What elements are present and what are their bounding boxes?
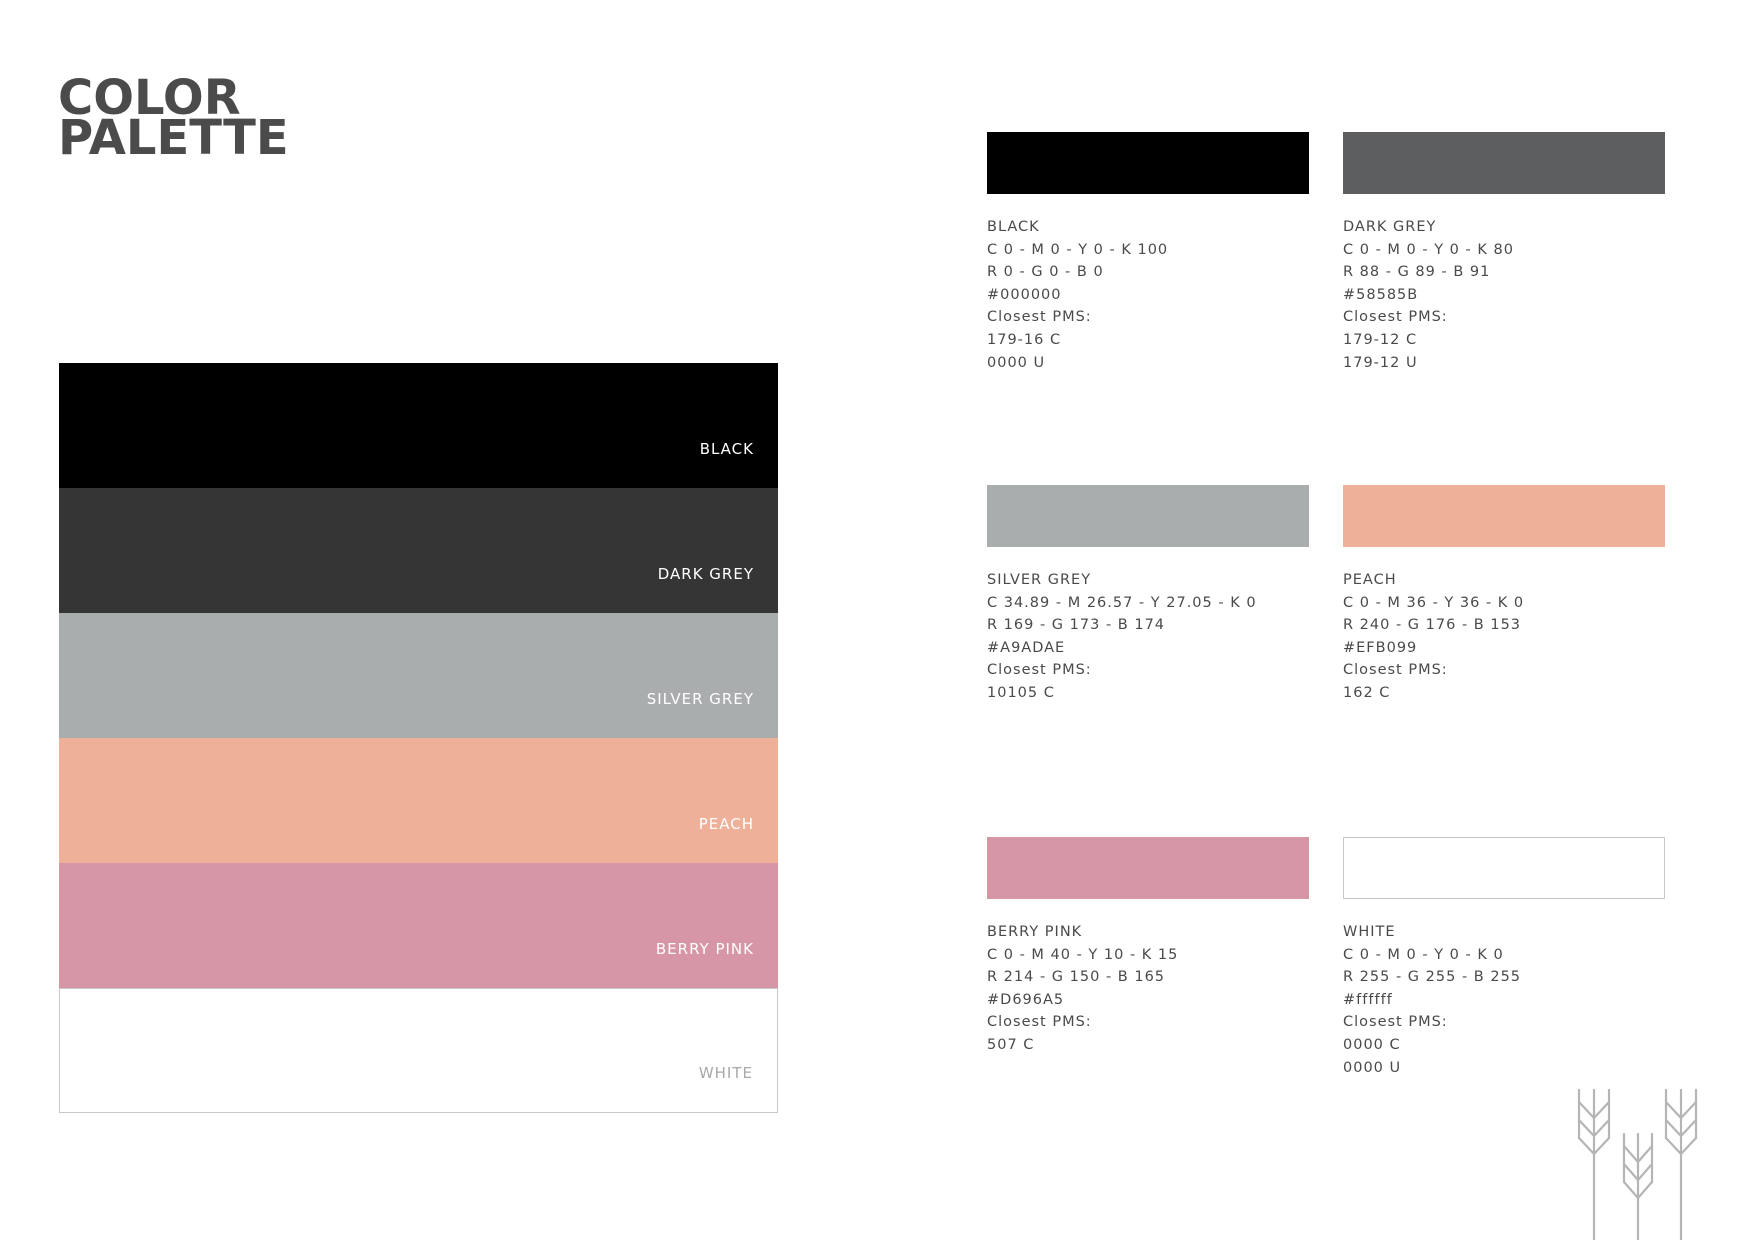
- rgb-value: R 214 - G 150 - B 165: [987, 969, 1166, 986]
- color-card-black: BLACK C 0 - M 0 - Y 0 - K 100 R 0 - G 0 …: [987, 132, 1309, 374]
- color-card-dark-grey: DARK GREY C 0 - M 0 - Y 0 - K 80 R 88 - …: [1343, 132, 1665, 374]
- cmyk-value: C 0 - M 36 - Y 36 - K 0: [1343, 594, 1525, 611]
- pms-label: Closest PMS:: [1343, 309, 1448, 326]
- rgb-value: R 240 - G 176 - B 153: [1343, 617, 1522, 634]
- rgb-value: R 0 - G 0 - B 0: [987, 264, 1104, 281]
- pms-value: 179-16 C: [987, 331, 1062, 348]
- color-name: WHITE: [1343, 924, 1396, 940]
- band-label: DARK GREY: [657, 565, 754, 583]
- color-swatch: [987, 132, 1309, 194]
- color-card-berry-pink: BERRY PINK C 0 - M 40 - Y 10 - K 15 R 21…: [987, 837, 1309, 1057]
- pms-label: Closest PMS:: [987, 662, 1092, 679]
- cmyk-value: C 0 - M 40 - Y 10 - K 15: [987, 946, 1179, 963]
- hex-value: #000000: [987, 286, 1062, 303]
- color-card-peach: PEACH C 0 - M 36 - Y 36 - K 0 R 240 - G …: [1343, 485, 1665, 705]
- pms-label: Closest PMS:: [987, 1014, 1092, 1031]
- band-label: WHITE: [698, 1064, 753, 1082]
- band-black: BLACK: [59, 363, 778, 488]
- band-silver-grey: SILVER GREY: [59, 613, 778, 738]
- color-swatch: [1343, 485, 1665, 547]
- rgb-value: R 88 - G 89 - B 91: [1343, 264, 1491, 281]
- cmyk-value: C 34.89 - M 26.57 - Y 27.05 - K 0: [987, 594, 1257, 611]
- pms-value: 10105 C: [987, 684, 1055, 701]
- band-label: BLACK: [699, 440, 754, 458]
- color-swatch: [1343, 837, 1665, 899]
- hex-value: #EFB099: [1343, 639, 1418, 656]
- band-dark-grey: DARK GREY: [59, 488, 778, 613]
- color-name: SILVER GREY: [987, 572, 1092, 588]
- rgb-value: R 169 - G 173 - B 174: [987, 617, 1166, 634]
- color-name: DARK GREY: [1343, 219, 1437, 235]
- band-label: SILVER GREY: [646, 690, 754, 708]
- rgb-value: R 255 - G 255 - B 255: [1343, 969, 1522, 986]
- pms-label: Closest PMS:: [1343, 1014, 1448, 1031]
- color-name: PEACH: [1343, 572, 1397, 588]
- page-title: COLOR PALETTE: [58, 70, 289, 166]
- hex-value: #D696A5: [987, 991, 1065, 1008]
- band-white: WHITE: [59, 988, 778, 1113]
- color-name: BERRY PINK: [987, 924, 1083, 940]
- cmyk-value: C 0 - M 0 - Y 0 - K 0: [1343, 946, 1504, 963]
- pms-label: Closest PMS:: [1343, 662, 1448, 679]
- band-peach: PEACH: [59, 738, 778, 863]
- pms-value: 179-12 C: [1343, 331, 1418, 348]
- color-swatch: [987, 837, 1309, 899]
- color-swatch: [1343, 132, 1665, 194]
- pms-label: Closest PMS:: [987, 309, 1092, 326]
- band-label: BERRY PINK: [655, 940, 754, 958]
- band-label: PEACH: [698, 815, 754, 833]
- cmyk-value: C 0 - M 0 - Y 0 - K 100: [987, 241, 1169, 258]
- color-name: BLACK: [987, 219, 1040, 235]
- wheat-icon: [1577, 1088, 1698, 1240]
- color-card-white: WHITE C 0 - M 0 - Y 0 - K 0 R 255 - G 25…: [1343, 837, 1665, 1079]
- cmyk-value: C 0 - M 0 - Y 0 - K 80: [1343, 241, 1514, 258]
- color-card-silver-grey: SILVER GREY C 34.89 - M 26.57 - Y 27.05 …: [987, 485, 1309, 705]
- hex-value: #58585B: [1343, 286, 1419, 303]
- pms-value: 162 C: [1343, 684, 1391, 701]
- pms-value: 0000 U: [987, 354, 1046, 371]
- band-berry-pink: BERRY PINK: [59, 863, 778, 988]
- color-stack: BLACK DARK GREY SILVER GREY PEACH BERRY …: [59, 363, 778, 1113]
- pms-value: 179-12 U: [1343, 354, 1418, 371]
- pms-value: 507 C: [987, 1036, 1035, 1053]
- hex-value: #A9ADAE: [987, 639, 1066, 656]
- hex-value: #ffffff: [1343, 991, 1393, 1008]
- pms-value: 0000 C: [1343, 1036, 1401, 1053]
- color-swatch: [987, 485, 1309, 547]
- pms-value: 0000 U: [1343, 1059, 1402, 1076]
